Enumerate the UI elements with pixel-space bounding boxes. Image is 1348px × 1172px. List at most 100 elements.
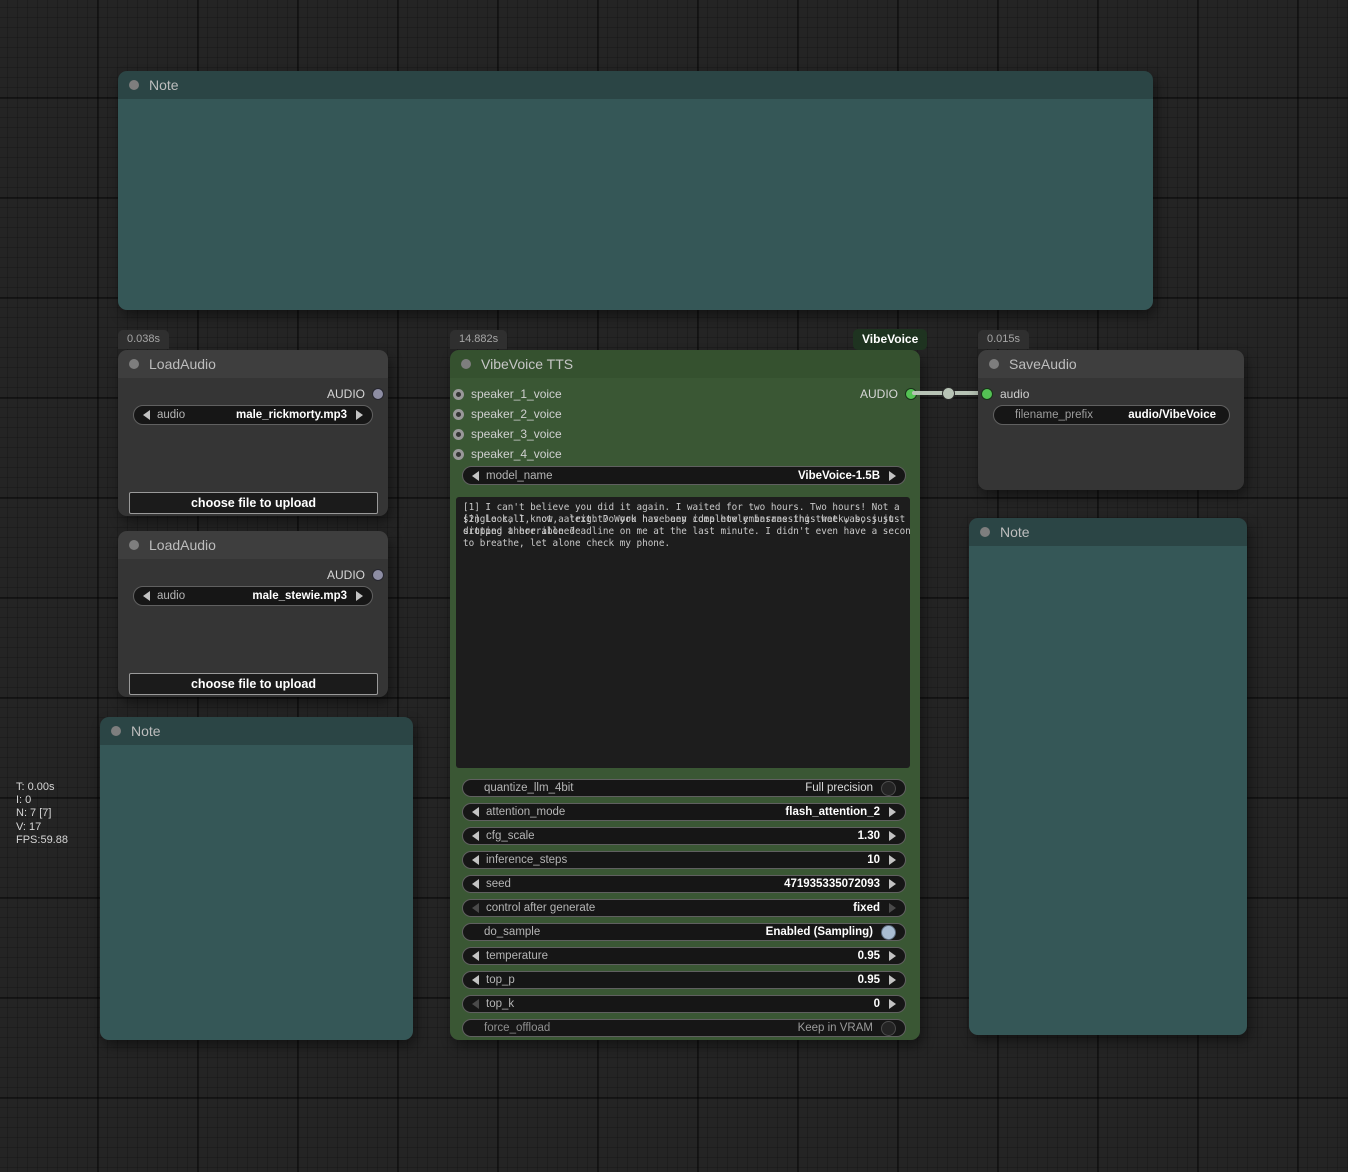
collapse-dot-icon[interactable] bbox=[980, 527, 990, 537]
widget-label: attention_mode bbox=[486, 806, 565, 818]
toggle-icon[interactable] bbox=[881, 925, 896, 940]
note-node-left-header[interactable]: Note bbox=[100, 717, 413, 745]
increment-arrow-icon[interactable] bbox=[889, 975, 896, 985]
decrement-arrow-icon[interactable] bbox=[472, 831, 479, 841]
input-dot-icon[interactable] bbox=[453, 389, 464, 400]
input-dot-icon[interactable] bbox=[453, 409, 464, 420]
speaker-4-voice-input-slot[interactable]: speaker_4_voice bbox=[453, 446, 562, 462]
collapse-dot-icon[interactable] bbox=[461, 359, 471, 369]
vibevoice-tts-node[interactable]: VibeVoice TTS speaker_1_voice speaker_2_… bbox=[450, 350, 920, 1040]
top-k-number[interactable]: top_k 0 bbox=[462, 995, 906, 1013]
increment-arrow-icon[interactable] bbox=[889, 855, 896, 865]
vibevoice-body[interactable]: speaker_1_voice speaker_2_voice speaker_… bbox=[450, 378, 920, 1040]
inference-steps-number[interactable]: inference_steps 10 bbox=[462, 851, 906, 869]
choose-file-button[interactable]: choose file to upload bbox=[129, 673, 378, 695]
save-audio-body[interactable]: audio filename_prefix audio/VibeVoice bbox=[978, 378, 1244, 490]
note-node-top[interactable]: Note bbox=[118, 71, 1153, 310]
collapse-dot-icon[interactable] bbox=[989, 359, 999, 369]
widget-label: audio bbox=[157, 590, 185, 602]
increment-arrow-icon[interactable] bbox=[889, 999, 896, 1009]
control-after-generate-combo[interactable]: control after generate fixed bbox=[462, 899, 906, 917]
force-offload-toggle[interactable]: force_offload Keep in VRAM bbox=[462, 1019, 906, 1037]
decrement-arrow-icon[interactable] bbox=[472, 855, 479, 865]
toggle-icon[interactable] bbox=[881, 1021, 896, 1036]
decrement-arrow-icon[interactable] bbox=[472, 999, 479, 1009]
note-node-right[interactable]: Note bbox=[969, 518, 1247, 1035]
attention-mode-combo[interactable]: attention_mode flash_attention_2 bbox=[462, 803, 906, 821]
toggle-icon[interactable] bbox=[881, 781, 896, 796]
note-node-left-body[interactable] bbox=[100, 745, 413, 1040]
speaker-1-voice-input-slot[interactable]: speaker_1_voice bbox=[453, 386, 562, 402]
widget-label: seed bbox=[486, 878, 511, 890]
note-node-top-body[interactable] bbox=[118, 99, 1153, 310]
audio-output-dot-icon[interactable] bbox=[372, 388, 384, 400]
note-node-left[interactable]: Note bbox=[100, 717, 413, 1040]
load-audio-node-2[interactable]: LoadAudio AUDIO audio male_stewie.mp3 ch… bbox=[118, 531, 388, 697]
load-audio-1-body[interactable]: AUDIO audio male_rickmorty.mp3 choose fi… bbox=[118, 378, 388, 516]
widget-label: cfg_scale bbox=[486, 830, 535, 842]
collapse-dot-icon[interactable] bbox=[129, 359, 139, 369]
speaker-2-voice-input-slot[interactable]: speaker_2_voice bbox=[453, 406, 562, 422]
audio-input-slot[interactable]: audio bbox=[981, 386, 1029, 402]
increment-arrow-icon[interactable] bbox=[889, 879, 896, 889]
audio-output-slot[interactable]: AUDIO bbox=[327, 567, 384, 583]
audio-file-combo[interactable]: audio male_stewie.mp3 bbox=[133, 586, 373, 606]
load-audio-2-header[interactable]: LoadAudio bbox=[118, 531, 388, 559]
decrement-arrow-icon[interactable] bbox=[472, 879, 479, 889]
widget-value: 0.95 bbox=[858, 950, 880, 962]
note-node-top-header[interactable]: Note bbox=[118, 71, 1153, 99]
note-node-right-header[interactable]: Note bbox=[969, 518, 1247, 546]
link-midpoint-dot-icon[interactable] bbox=[942, 387, 955, 400]
node-graph-canvas[interactable]: T: 0.00s I: 0 N: 7 [7] V: 17 FPS:59.88 N… bbox=[0, 0, 1348, 1172]
input-dot-icon[interactable] bbox=[453, 429, 464, 440]
decrement-arrow-icon[interactable] bbox=[472, 951, 479, 961]
vibevoice-header[interactable]: VibeVoice TTS bbox=[450, 350, 920, 378]
next-arrow-icon[interactable] bbox=[889, 807, 896, 817]
audio-input-dot-icon[interactable] bbox=[981, 388, 993, 400]
note-node-right-body[interactable] bbox=[969, 546, 1247, 1035]
collapse-dot-icon[interactable] bbox=[129, 80, 139, 90]
next-arrow-icon[interactable] bbox=[356, 410, 363, 420]
widget-label: do_sample bbox=[484, 926, 540, 938]
choose-file-button[interactable]: choose file to upload bbox=[129, 492, 378, 514]
increment-arrow-icon[interactable] bbox=[889, 831, 896, 841]
widget-value: male_rickmorty.mp3 bbox=[236, 409, 347, 421]
widget-value: audio/VibeVoice bbox=[1128, 409, 1216, 421]
prev-arrow-icon[interactable] bbox=[472, 807, 479, 817]
widget-value: 471935335072093 bbox=[784, 878, 880, 890]
filename-prefix-field[interactable]: filename_prefix audio/VibeVoice bbox=[993, 405, 1230, 425]
node-title: Note bbox=[1000, 524, 1030, 540]
load-audio-2-body[interactable]: AUDIO audio male_stewie.mp3 choose file … bbox=[118, 559, 388, 697]
prev-arrow-icon[interactable] bbox=[143, 410, 150, 420]
prev-arrow-icon[interactable] bbox=[472, 471, 479, 481]
increment-arrow-icon[interactable] bbox=[889, 951, 896, 961]
top-p-number[interactable]: top_p 0.95 bbox=[462, 971, 906, 989]
next-arrow-icon[interactable] bbox=[356, 591, 363, 601]
audio-output-dot-icon[interactable] bbox=[372, 569, 384, 581]
temperature-number[interactable]: temperature 0.95 bbox=[462, 947, 906, 965]
seed-number[interactable]: seed 471935335072093 bbox=[462, 875, 906, 893]
prev-arrow-icon[interactable] bbox=[143, 591, 150, 601]
cfg-scale-number[interactable]: cfg_scale 1.30 bbox=[462, 827, 906, 845]
audio-file-combo[interactable]: audio male_rickmorty.mp3 bbox=[133, 405, 373, 425]
text-prompt-area[interactable]: [1] I can't believe you did it again. I … bbox=[456, 497, 910, 768]
load-audio-1-header[interactable]: LoadAudio bbox=[118, 350, 388, 378]
execution-time-badge: 0.038s bbox=[118, 330, 169, 349]
next-arrow-icon[interactable] bbox=[889, 903, 896, 913]
save-audio-header[interactable]: SaveAudio bbox=[978, 350, 1244, 378]
input-dot-icon[interactable] bbox=[453, 449, 464, 460]
next-arrow-icon[interactable] bbox=[889, 471, 896, 481]
decrement-arrow-icon[interactable] bbox=[472, 975, 479, 985]
quantize-llm-4bit-toggle[interactable]: quantize_llm_4bit Full precision bbox=[462, 779, 906, 797]
do-sample-toggle[interactable]: do_sample Enabled (Sampling) bbox=[462, 923, 906, 941]
load-audio-node-1[interactable]: LoadAudio AUDIO audio male_rickmorty.mp3… bbox=[118, 350, 388, 516]
prev-arrow-icon[interactable] bbox=[472, 903, 479, 913]
audio-output-slot[interactable]: AUDIO bbox=[860, 386, 917, 402]
collapse-dot-icon[interactable] bbox=[111, 726, 121, 736]
speaker-3-voice-input-slot[interactable]: speaker_3_voice bbox=[453, 426, 562, 442]
collapse-dot-icon[interactable] bbox=[129, 540, 139, 550]
slot-label: speaker_4_voice bbox=[471, 447, 562, 461]
audio-output-slot[interactable]: AUDIO bbox=[327, 386, 384, 402]
save-audio-node[interactable]: SaveAudio audio filename_prefix audio/Vi… bbox=[978, 350, 1244, 490]
model-name-combo[interactable]: model_name VibeVoice-1.5B bbox=[462, 466, 906, 485]
